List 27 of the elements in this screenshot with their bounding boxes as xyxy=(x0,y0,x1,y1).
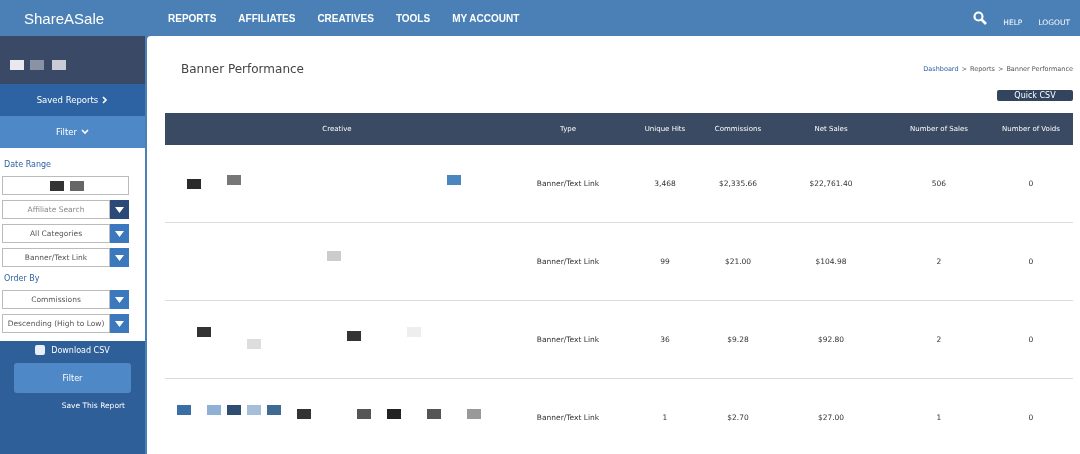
caret-down-icon xyxy=(115,296,124,303)
nav-item[interactable]: REPORTS xyxy=(168,12,217,24)
logo[interactable]: ShareASale xyxy=(24,9,144,27)
caret-down-icon xyxy=(115,230,124,237)
field-label: Date Range xyxy=(4,160,53,169)
filter-toggle[interactable]: Filter xyxy=(0,116,145,148)
quick-csv-button[interactable]: Quick CSV xyxy=(997,90,1073,101)
date-field[interactable] xyxy=(2,176,129,195)
chevron-down-icon xyxy=(81,129,90,135)
redacted-drawing xyxy=(10,60,66,70)
nav-item[interactable]: TOOLS xyxy=(395,12,431,24)
caret-down-icon xyxy=(115,320,124,327)
redacted-drawing xyxy=(327,250,341,261)
saved-reports-button[interactable]: Saved Reports xyxy=(0,84,145,116)
caret-down-icon xyxy=(115,254,124,261)
nav-item[interactable]: MY ACCOUNT xyxy=(452,12,520,24)
field-label: Order By xyxy=(4,274,41,283)
filter-button[interactable]: Filter xyxy=(14,363,131,393)
checkbox-label: Download CSV xyxy=(51,345,110,355)
nav-item[interactable]: CREATIVES xyxy=(317,12,374,24)
redacted-drawing xyxy=(49,180,84,191)
page-title: Banner Performance xyxy=(181,62,304,76)
nav-item[interactable]: AFFILIATES xyxy=(238,12,296,24)
search-icon[interactable] xyxy=(973,11,988,25)
checkbox[interactable] xyxy=(35,345,46,355)
chevron-right-icon xyxy=(102,96,109,104)
caret-down-icon xyxy=(115,206,124,213)
